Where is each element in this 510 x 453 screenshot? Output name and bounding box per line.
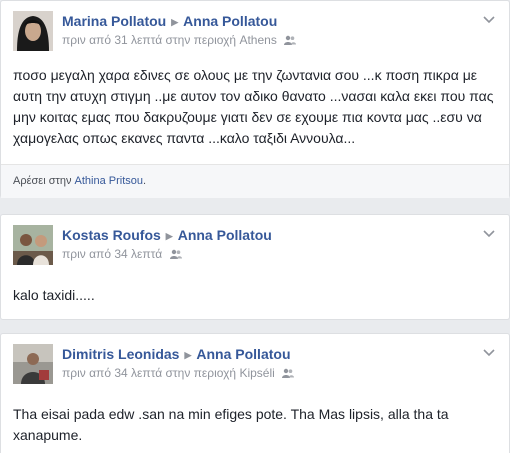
post-text: ποσο μεγαλη χαρα εδινες σε ολους με την … <box>13 67 494 146</box>
liker-link[interactable]: Athina Pritsou <box>75 175 143 187</box>
story-post: Dimitris Leonidas ▶ Anna Pollatou πριν από… <box>0 333 510 453</box>
avatar[interactable] <box>13 344 53 384</box>
target-link[interactable]: Anna Pollatou <box>183 13 277 29</box>
location-link[interactable]: Athens <box>239 33 276 47</box>
timestamp[interactable]: πριν από 34 λεπτά <box>62 366 162 380</box>
chevron-down-icon[interactable] <box>483 346 495 360</box>
author-link[interactable]: Marina Pollatou <box>62 13 166 29</box>
author-link[interactable]: Dimitris Leonidas <box>62 346 179 362</box>
post-meta: πριν από 31 λεπτά στην περιοχή Athens <box>62 33 297 48</box>
avatar[interactable] <box>13 225 53 265</box>
target-link[interactable]: Anna Pollatou <box>196 346 290 362</box>
chevron-down-icon[interactable] <box>483 227 495 241</box>
post-names: Kostas Roufos ▶ Anna Pollatou <box>62 227 272 243</box>
timestamp[interactable]: πριν από 34 λεπτά <box>62 247 162 261</box>
post-names: Marina Pollatou ▶ Anna Pollatou <box>62 13 277 29</box>
timestamp[interactable]: πριν από 31 λεπτά <box>62 33 162 47</box>
avatar[interactable] <box>13 11 53 51</box>
right-triangle-icon: ▶ <box>165 231 173 241</box>
friends-icon[interactable] <box>169 248 182 262</box>
post-meta: πριν από 34 λεπτά <box>62 247 182 262</box>
location-prefix: στην περιοχή <box>165 366 237 380</box>
right-triangle-icon: ▶ <box>184 350 192 360</box>
post-text: Tha eisai pada edw .san na min efiges po… <box>13 406 449 443</box>
right-triangle-icon: ▶ <box>171 17 179 27</box>
story-post: Marina Pollatou ▶ Anna Pollatou πριν από 3… <box>0 0 510 198</box>
location-prefix: στην περιοχή <box>165 33 237 47</box>
target-link[interactable]: Anna Pollatou <box>178 227 272 243</box>
likes-prefix: Αρέσει στην <box>13 175 72 187</box>
post-text: kalo taxidi..... <box>13 287 95 303</box>
chevron-down-icon[interactable] <box>483 13 495 27</box>
friends-icon[interactable] <box>284 34 297 48</box>
likes-suffix: . <box>143 175 147 187</box>
post-meta: πριν από 34 λεπτά στην περιοχή Kipséli <box>62 366 295 381</box>
location-link[interactable]: Kipséli <box>239 366 274 380</box>
post-names: Dimitris Leonidas ▶ Anna Pollatou <box>62 346 291 362</box>
story-post: Kostas Roufos ▶ Anna Pollatou πριν από 34 … <box>0 214 510 320</box>
friends-icon[interactable] <box>282 367 295 381</box>
likes-bar: Αρέσει στην Athina Pritsou. <box>1 164 509 198</box>
author-link[interactable]: Kostas Roufos <box>62 227 161 243</box>
